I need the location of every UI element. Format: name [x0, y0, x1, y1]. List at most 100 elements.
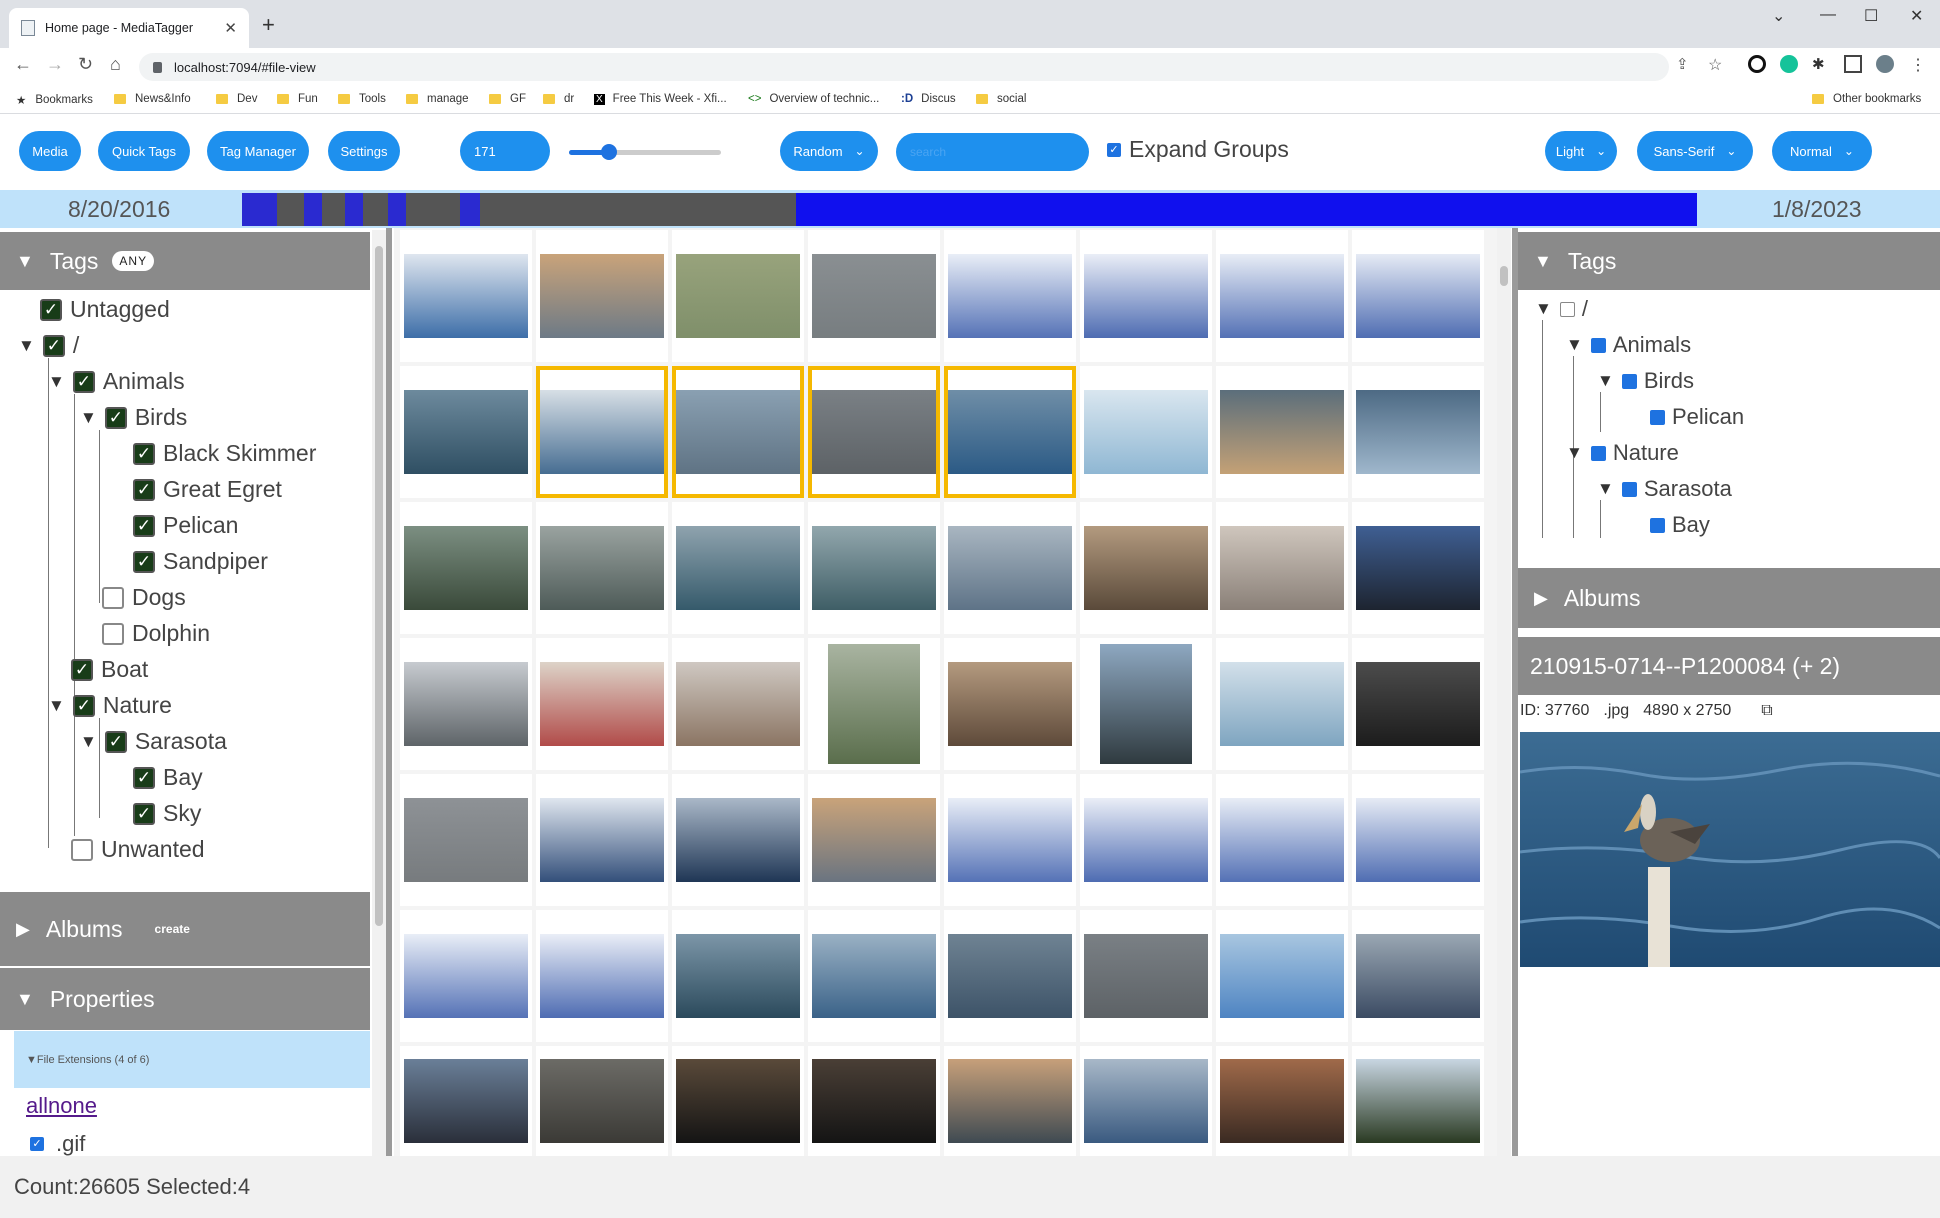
tag-sarasota[interactable]: ▼ ✓ Sarasota: [80, 728, 227, 755]
tag-manager-button[interactable]: Tag Manager: [207, 131, 309, 171]
checkbox[interactable]: [1621, 373, 1637, 389]
thumbnail-cell[interactable]: [1352, 1046, 1484, 1156]
thumbnail-cell[interactable]: [400, 1046, 532, 1156]
triangle-down-icon[interactable]: ▼: [18, 336, 35, 356]
checkbox[interactable]: ✓: [1107, 142, 1121, 157]
thumbnail-cell[interactable]: [1352, 774, 1484, 906]
thumbnail-cell[interactable]: [672, 1046, 804, 1156]
thumbnail-cell[interactable]: [808, 366, 940, 498]
thumbnail-cell[interactable]: [808, 502, 940, 634]
checkbox[interactable]: ✓: [104, 406, 127, 429]
tag-unwanted[interactable]: Unwanted: [71, 836, 205, 863]
thumbnail-cell[interactable]: [400, 230, 532, 362]
font-select[interactable]: Sans-Serif ⌄: [1637, 131, 1753, 171]
bookmarks-item[interactable]: ★ Bookmarks: [16, 93, 93, 107]
bookmark-link[interactable]: :D Discus: [901, 93, 956, 105]
thumbnail-cell[interactable]: [536, 366, 668, 498]
bookmark-folder[interactable]: Dev: [216, 93, 257, 105]
thumbnail-cell[interactable]: [672, 502, 804, 634]
triangle-down-icon[interactable]: ▼: [1597, 371, 1614, 391]
thumbnail-cell[interactable]: [672, 638, 804, 770]
any-badge[interactable]: ANY: [112, 251, 155, 271]
url-field[interactable]: localhost:7094/#file-view: [139, 53, 1669, 81]
tag-dolphin[interactable]: Dolphin: [102, 620, 210, 647]
right-tags-header[interactable]: ▼ Tags: [1518, 232, 1940, 290]
right-tag-sarasota[interactable]: ▼ Sarasota: [1597, 476, 1732, 502]
thumbnail-cell[interactable]: [944, 366, 1076, 498]
sidepanel-icon[interactable]: [1844, 55, 1862, 73]
thumbnail-cell[interactable]: [536, 910, 668, 1042]
thumbnail-cell[interactable]: [672, 774, 804, 906]
properties-header[interactable]: ▼ Properties: [0, 968, 370, 1030]
right-tag-pelican[interactable]: Pelican: [1650, 404, 1744, 430]
bookmark-link[interactable]: <> Overview of technic...: [748, 93, 879, 105]
thumbnail-cell[interactable]: [536, 502, 668, 634]
thumbnail-cell[interactable]: [808, 230, 940, 362]
checkbox[interactable]: [1650, 517, 1665, 533]
bookmark-folder[interactable]: GF: [489, 93, 526, 105]
thumbnail-cell[interactable]: [672, 230, 804, 362]
checkbox[interactable]: ✓: [42, 334, 65, 357]
sort-select[interactable]: Random ⌄: [780, 131, 878, 171]
bookmark-folder[interactable]: dr: [543, 93, 574, 105]
media-button[interactable]: Media: [19, 131, 81, 171]
grid-scrollbar-thumb[interactable]: [1500, 266, 1508, 286]
grid-scrollbar[interactable]: [1497, 228, 1511, 1156]
tags-header[interactable]: ▼ Tags ANY: [0, 232, 370, 290]
thumbnail-cell[interactable]: [536, 638, 668, 770]
zoom-slider-thumb[interactable]: [600, 144, 617, 160]
expand-groups-toggle[interactable]: ✓ Expand Groups: [1107, 136, 1289, 163]
thumbnail-cell[interactable]: [400, 910, 532, 1042]
tag-great-egret[interactable]: ✓ Great Egret: [133, 476, 282, 503]
thumbnail-cell[interactable]: [1080, 910, 1212, 1042]
thumbnail-cell[interactable]: [536, 1046, 668, 1156]
settings-button[interactable]: Settings: [328, 131, 400, 171]
create-album-button[interactable]: create: [155, 922, 190, 936]
triangle-down-icon[interactable]: ▼: [80, 732, 97, 752]
minimize-icon[interactable]: —: [1820, 6, 1836, 24]
right-tag-bay[interactable]: Bay: [1650, 512, 1710, 538]
tag-root[interactable]: ▼ ✓ /: [18, 332, 79, 359]
albums-header[interactable]: ▶ Albums create: [0, 892, 370, 966]
thumbnail-cell[interactable]: [1216, 502, 1348, 634]
checkbox[interactable]: ✓: [71, 658, 93, 681]
checkbox[interactable]: ✓: [30, 1137, 44, 1151]
extension-icon[interactable]: [1748, 55, 1766, 73]
triangle-down-icon[interactable]: ▼: [1597, 479, 1614, 499]
triangle-down-icon[interactable]: ▼: [1535, 299, 1552, 319]
checkbox[interactable]: [71, 838, 93, 861]
tag-boat[interactable]: ✓ Boat: [71, 656, 148, 683]
thumbnail-cell[interactable]: [1216, 230, 1348, 362]
checkbox[interactable]: [1559, 301, 1575, 317]
other-bookmarks[interactable]: Other bookmarks: [1812, 93, 1921, 105]
right-tag-nature[interactable]: ▼ Nature: [1566, 440, 1679, 466]
search-input[interactable]: [896, 133, 1089, 171]
browser-tab[interactable]: Home page - MediaTagger ✕: [9, 8, 249, 48]
thumbnail-cell[interactable]: [400, 774, 532, 906]
thumbnail-cell[interactable]: [1080, 638, 1212, 770]
size-select[interactable]: Normal ⌄: [1772, 131, 1872, 171]
checkbox[interactable]: ✓: [133, 802, 155, 825]
checkbox[interactable]: [1621, 481, 1637, 497]
thumbnail-cell[interactable]: [944, 230, 1076, 362]
checkbox[interactable]: ✓: [133, 550, 155, 573]
tag-animals[interactable]: ▼ ✓ Animals: [48, 368, 185, 395]
checkbox[interactable]: [102, 586, 124, 609]
bookmark-folder[interactable]: manage: [406, 93, 469, 105]
thumbnail-cell[interactable]: [1080, 774, 1212, 906]
thumbnail-cell[interactable]: [1080, 1046, 1212, 1156]
thumbnail-cell[interactable]: [536, 774, 668, 906]
bookmark-link[interactable]: X Free This Week - Xfi...: [594, 93, 727, 105]
thumbnail-cell[interactable]: [1352, 910, 1484, 1042]
checkbox[interactable]: [102, 622, 124, 645]
thumbnail-cell[interactable]: [1352, 502, 1484, 634]
thumbnail-cell[interactable]: [1216, 366, 1348, 498]
checkbox[interactable]: ✓: [133, 766, 155, 789]
new-tab-icon[interactable]: +: [262, 12, 275, 38]
thumbnail-cell[interactable]: [1216, 1046, 1348, 1156]
left-splitter[interactable]: [386, 228, 392, 1156]
thumbnail-cell[interactable]: [1216, 638, 1348, 770]
thumbnail-cell[interactable]: [1080, 366, 1212, 498]
back-icon[interactable]: ←: [14, 54, 32, 75]
thumbnail-cell[interactable]: [944, 910, 1076, 1042]
